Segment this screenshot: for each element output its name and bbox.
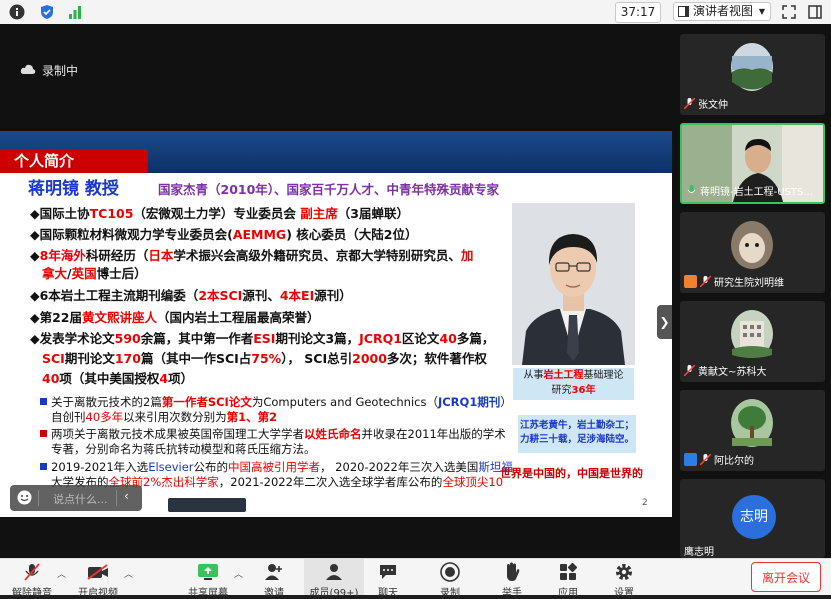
bio-line: ◆6本岩土工程主流期刊编委（2本SCI源刊、4本EI源刊） <box>30 288 352 303</box>
chevron-up-icon[interactable]: ︿ <box>57 567 66 580</box>
mic-off-icon <box>683 97 696 110</box>
user-icon <box>684 275 697 288</box>
participant-tile[interactable]: 黄献文~苏科大 <box>680 301 825 382</box>
settings-button[interactable]: 设置 <box>594 562 654 599</box>
avatar: 志明 <box>732 495 776 539</box>
chevron-left-icon[interactable]: ‹ <box>124 489 129 503</box>
mic-off-icon <box>699 453 712 466</box>
participant-tile-active[interactable]: 蒋明镜-岩土工程-USTS... <box>680 123 825 204</box>
bio-line: ◆发表学术论文590余篇，其中第一作者ESI期刊论文3篇，JCRQ1区论文40多… <box>30 331 495 346</box>
participant-panel: 张文仲 蒋明镜-岩土工程-USTS... 研究生院刘明维 黄献文~苏科大 阿比尔… <box>672 24 831 558</box>
members-icon <box>304 562 364 582</box>
leave-meeting-button[interactable]: 离开会议 <box>751 562 821 592</box>
chevron-right-icon[interactable]: ❯ <box>657 305 672 339</box>
bio-line: ◆国际土协TC105（宏微观土力学）专业委员会 副主席（3届蝉联） <box>30 206 409 221</box>
participant-tile[interactable]: 阿比尔的 <box>680 390 825 471</box>
motto-line: 江苏老黄牛，岩土勤杂工； <box>519 420 634 431</box>
share-screen-icon <box>178 562 238 582</box>
participant-name: 研究生院刘明维 <box>684 274 784 289</box>
record-button[interactable]: 录制 <box>420 562 480 599</box>
mic-on-icon <box>686 185 697 196</box>
note-line: 专著，分别命名为蒋氏抗转动模型和蒋氏压缩方法。 <box>51 442 316 456</box>
raise-hand-button[interactable]: 举手 <box>482 562 542 599</box>
share-screen-button[interactable]: 共享屏幕 <box>178 562 238 599</box>
presentation-slide: 个人简介 蒋明镜 教授 国家杰青（2010年）、国家百千万人才、中青年特殊贡献专… <box>0 131 672 517</box>
bio-line: 拿大/英国博士后） <box>42 266 147 281</box>
meeting-toolbar: 解除静音 ︿ 开启视频 ︿ 共享屏幕 ︿ 邀请 成员(99+) 聊天 录制 举手… <box>0 558 831 599</box>
bio-line: SCI期刊论文170篇（其中一作SCI占75%）， SCI总引2000多次；软件… <box>42 351 487 366</box>
view-selector[interactable]: 演讲者视图 ▼ <box>673 2 771 21</box>
photo-caption: 从事岩土工程基础理论 研究36年 <box>513 368 634 400</box>
emoji-icon[interactable] <box>17 490 32 509</box>
hand-icon <box>482 562 542 582</box>
mic-off-icon <box>683 364 696 377</box>
user-icon <box>684 453 697 466</box>
chat-input-bar[interactable]: 说点什么... ‹ <box>10 485 142 511</box>
bio-line: ◆8年海外科研经历（日本学术振兴会高级外籍研究员、京都大学特别研究员、加 <box>30 248 474 263</box>
chat-button[interactable]: 聊天 <box>358 562 418 599</box>
apps-icon <box>538 562 598 582</box>
page-number: 2 <box>642 498 648 508</box>
participant-tile[interactable]: 研究生院刘明维 <box>680 212 825 293</box>
note-line: 两项关于离散元技术成果被英国帝国理工大学学者以姓氏命名并收录在2011年出版的学… <box>40 427 506 442</box>
chevron-down-icon: ▼ <box>758 7 765 16</box>
chat-placeholder[interactable]: 说点什么... <box>53 491 108 507</box>
bio-line: 40项（其中美国授权4项） <box>42 371 194 386</box>
honors-text: 国家杰青（2010年）、国家百千万人才、中青年特殊贡献专家 <box>158 182 500 197</box>
info-icon[interactable] <box>8 3 26 21</box>
bullet-square-icon <box>40 430 47 437</box>
bio-line: ◆国际颗粒材料微观力学专业委员会(AEMMG) 核心委员（大陆2位） <box>30 227 418 242</box>
taskbar-thumbnail <box>168 498 246 512</box>
note-line: 关于离散元技术的2篇第一作者SCI论文为Computers and Geotec… <box>40 395 512 410</box>
note-line: 自创刊40多年以来引用次数分别为第1、第2 <box>51 410 278 424</box>
motto-box: 江苏老黄牛，岩土勤杂工； 力耕三十载，足涉海陆空。 <box>518 415 636 453</box>
professor-photo <box>512 203 635 365</box>
slogan-text: 世界是中国的，中国是世界的 <box>500 467 643 480</box>
participant-tile[interactable]: 张文仲 <box>680 34 825 115</box>
mic-off-icon <box>2 562 62 582</box>
signal-icon[interactable] <box>66 3 84 21</box>
motto-line: 力耕三十载，足涉海陆空。 <box>519 434 634 445</box>
bullet-square-icon <box>40 463 47 470</box>
apps-button[interactable]: 应用 <box>538 562 598 599</box>
invite-button[interactable]: 邀请 <box>244 562 304 599</box>
bio-line: ◆第22届黄文熙讲座人（国内岩土工程届最高荣誉） <box>30 310 320 325</box>
participant-name: 蒋明镜-岩土工程-USTS... <box>686 183 813 198</box>
cloud-icon <box>20 64 36 78</box>
participant-name: 阿比尔的 <box>684 452 754 467</box>
unmute-button[interactable]: 解除静音 <box>2 562 62 599</box>
start-video-button[interactable]: 开启视频 <box>68 562 128 599</box>
panel-toggle-icon[interactable] <box>806 3 824 21</box>
slide-section-title: 个人简介 <box>0 149 148 173</box>
participant-name: 黄献文~苏科大 <box>683 363 766 378</box>
shield-icon[interactable] <box>38 3 56 21</box>
recording-label: 录制中 <box>42 64 79 78</box>
shared-screen: 录制中 个人简介 蒋明镜 教授 国家杰青（2010年）、国家百千万人才、中青年特… <box>0 24 672 558</box>
meeting-timer: 37:17 <box>615 2 661 23</box>
status-bar: 37:17 演讲者视图 ▼ <box>0 0 831 25</box>
recording-indicator: 录制中 <box>20 62 78 79</box>
gear-icon <box>594 562 654 582</box>
record-icon <box>420 562 480 582</box>
professor-name: 蒋明镜 教授 <box>28 179 119 199</box>
fullscreen-icon[interactable] <box>780 3 798 21</box>
bullet-square-icon <box>40 398 47 405</box>
add-user-icon <box>244 562 304 582</box>
chevron-up-icon[interactable]: ︿ <box>234 567 243 580</box>
members-button[interactable]: 成员(99+) <box>304 559 364 599</box>
chat-icon <box>358 562 418 582</box>
camera-off-icon <box>68 562 128 582</box>
participant-tile[interactable]: 志明 鹰志明 <box>680 479 825 558</box>
participant-name: 鹰志明 <box>684 547 714 558</box>
chevron-up-icon[interactable]: ︿ <box>124 567 133 580</box>
view-label: 演讲者视图 <box>693 4 754 18</box>
layout-icon <box>678 6 689 17</box>
mic-off-icon <box>699 275 712 288</box>
participant-name: 张文仲 <box>683 96 728 111</box>
note-line: 2019-2021年入选Elsevier公布的中国高被引用学者， 2020-20… <box>40 460 513 475</box>
